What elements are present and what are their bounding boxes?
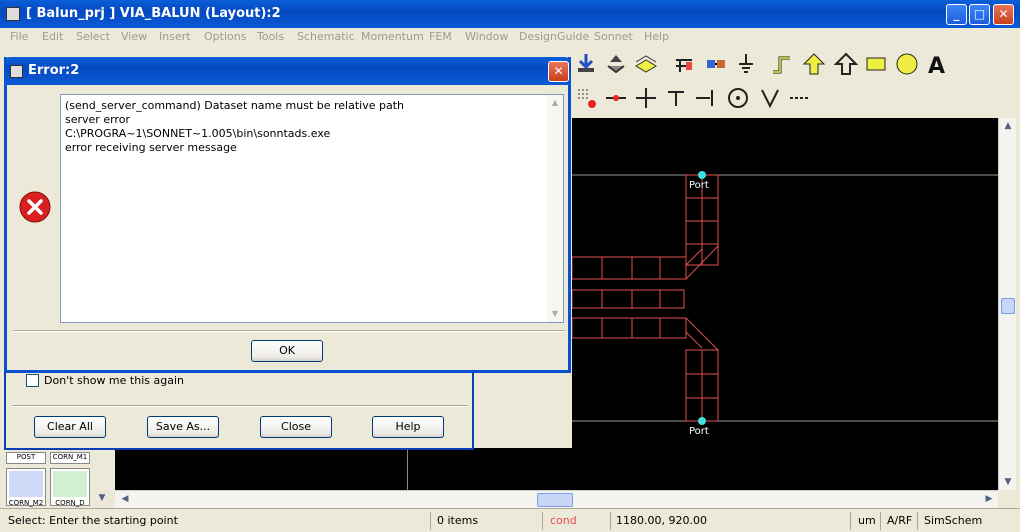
snap-midpoint-icon[interactable] [602,84,630,112]
scroll-right-arrow[interactable]: ▶ [981,491,997,507]
error-line: error receiving server message [65,141,237,154]
layout-canvas[interactable]: Port Port [572,118,998,490]
window-title: [ Balun_prj ] VIA_BALUN (Layout):2 [26,6,281,21]
status-layer: cond [550,514,577,527]
menu-file[interactable]: File [10,30,28,43]
menu-fem[interactable]: FEM [429,30,452,43]
error-line: (send_server_command) Dataset name must … [65,99,404,112]
scroll-left-arrow[interactable]: ◀ [117,491,133,507]
horizontal-scrollbar[interactable]: ◀ ▶ [115,490,998,508]
close-window-button[interactable]: ✕ [993,4,1014,25]
snap-edge-icon[interactable] [662,84,690,112]
error-line: C:\PROGRA~1\SONNET~1.005\bin\sonntads.ex… [65,127,331,140]
message-scrollbar[interactable]: ▲ ▼ [547,95,563,322]
vertical-scroll-thumb[interactable] [1001,298,1015,314]
menu-sonnet[interactable]: Sonnet [594,30,633,43]
save-as-button[interactable]: Save As... [147,416,219,438]
message-scroll-down[interactable]: ▼ [547,306,563,322]
pin-icon[interactable] [670,50,698,78]
menu-edit[interactable]: Edit [42,30,63,43]
error-icon [19,191,51,223]
help-button[interactable]: Help [372,416,444,438]
scroll-up-arrow[interactable]: ▲ [1000,118,1016,134]
status-bar: Select: Enter the starting point 0 items… [0,508,1020,532]
status-mode: A/RF [887,514,913,527]
app-icon [10,65,23,78]
corn-m2-icon [9,471,43,497]
menu-help[interactable]: Help [644,30,669,43]
polyline-icon[interactable] [832,50,860,78]
main-title-bar[interactable]: [ Balun_prj ] VIA_BALUN (Layout):2 _ □ ✕ [0,0,1020,28]
trace-icon[interactable] [768,50,796,78]
palette-corn-m1[interactable]: CORN_M1 [50,452,90,464]
error-line: server error [65,113,130,126]
menu-window[interactable]: Window [465,30,508,43]
palette-corn-d[interactable]: CORN_D [50,468,90,507]
close-button[interactable]: Close [260,416,332,438]
clear-all-button[interactable]: Clear All [34,416,106,438]
error-message-box[interactable]: (send_server_command) Dataset name must … [60,94,564,323]
download-icon[interactable] [572,50,600,78]
error-close-button[interactable]: ✕ [548,61,569,82]
snap-vertex-icon[interactable] [756,84,784,112]
menu-tools[interactable]: Tools [257,30,284,43]
ground-icon[interactable] [732,50,760,78]
layer-up-icon[interactable] [602,50,630,78]
menu-insert[interactable]: Insert [159,30,191,43]
port-label-bottom: Port [689,426,709,437]
minimize-button[interactable]: _ [946,4,967,25]
dont-show-label: Don't show me this again [44,374,184,387]
menu-schematic[interactable]: Schematic [297,30,355,43]
status-coordinates: 1180.00, 920.00 [616,514,707,527]
circle-icon[interactable] [893,50,921,78]
layout-canvas-left[interactable] [115,448,572,490]
status-units: um [858,514,876,527]
palette-corn-m2[interactable]: CORN_M2 [6,468,46,507]
palette-scroll-down[interactable]: ▼ [94,490,110,506]
palette-post[interactable]: POST [6,452,46,464]
maximize-button[interactable]: □ [969,4,990,25]
menu-select[interactable]: Select [76,30,110,43]
text-icon[interactable]: A [923,50,951,78]
menu-designguide[interactable]: DesignGuide [519,30,589,43]
menu-momentum[interactable]: Momentum [361,30,424,43]
vertical-scrollbar[interactable]: ▲ ▼ [998,118,1016,490]
message-list-dialog: Don't show me this again Clear All Save … [4,360,474,450]
horizontal-scroll-thumb[interactable] [537,493,573,507]
snap-red-icon[interactable] [572,84,600,112]
balun-layout [572,171,998,425]
rectangle-icon[interactable] [862,50,890,78]
dont-show-checkbox[interactable] [26,374,39,387]
app-icon [6,7,20,21]
snap-center-icon[interactable] [724,84,752,112]
status-sim: SimSchem [924,514,983,527]
layer-stack-icon[interactable] [632,50,660,78]
status-item-count: 0 items [437,514,479,527]
snap-grid-icon[interactable] [786,84,814,112]
menu-options[interactable]: Options [204,30,246,43]
svg-text:A: A [928,54,945,76]
polygon-icon[interactable] [800,50,828,78]
snap-end-icon[interactable] [692,84,720,112]
message-scroll-up[interactable]: ▲ [547,95,563,111]
error-dialog-title-bar[interactable]: Error:2 ✕ [4,57,571,85]
menu-bar: File Edit Select View Insert Options Too… [0,28,1020,46]
error-dialog: Error:2 ✕ (send_server_command) Dataset … [4,57,571,373]
menu-view[interactable]: View [121,30,147,43]
ok-button[interactable]: OK [251,340,323,362]
error-dialog-title: Error:2 [28,63,80,78]
canvas-axis [407,448,408,490]
snap-intersect-icon[interactable] [632,84,660,112]
status-prompt: Select: Enter the starting point [8,514,178,527]
corn-d-icon [53,471,87,497]
scroll-down-arrow[interactable]: ▼ [1000,474,1016,490]
port-label-top: Port [689,180,709,191]
connect-icon[interactable] [702,50,730,78]
